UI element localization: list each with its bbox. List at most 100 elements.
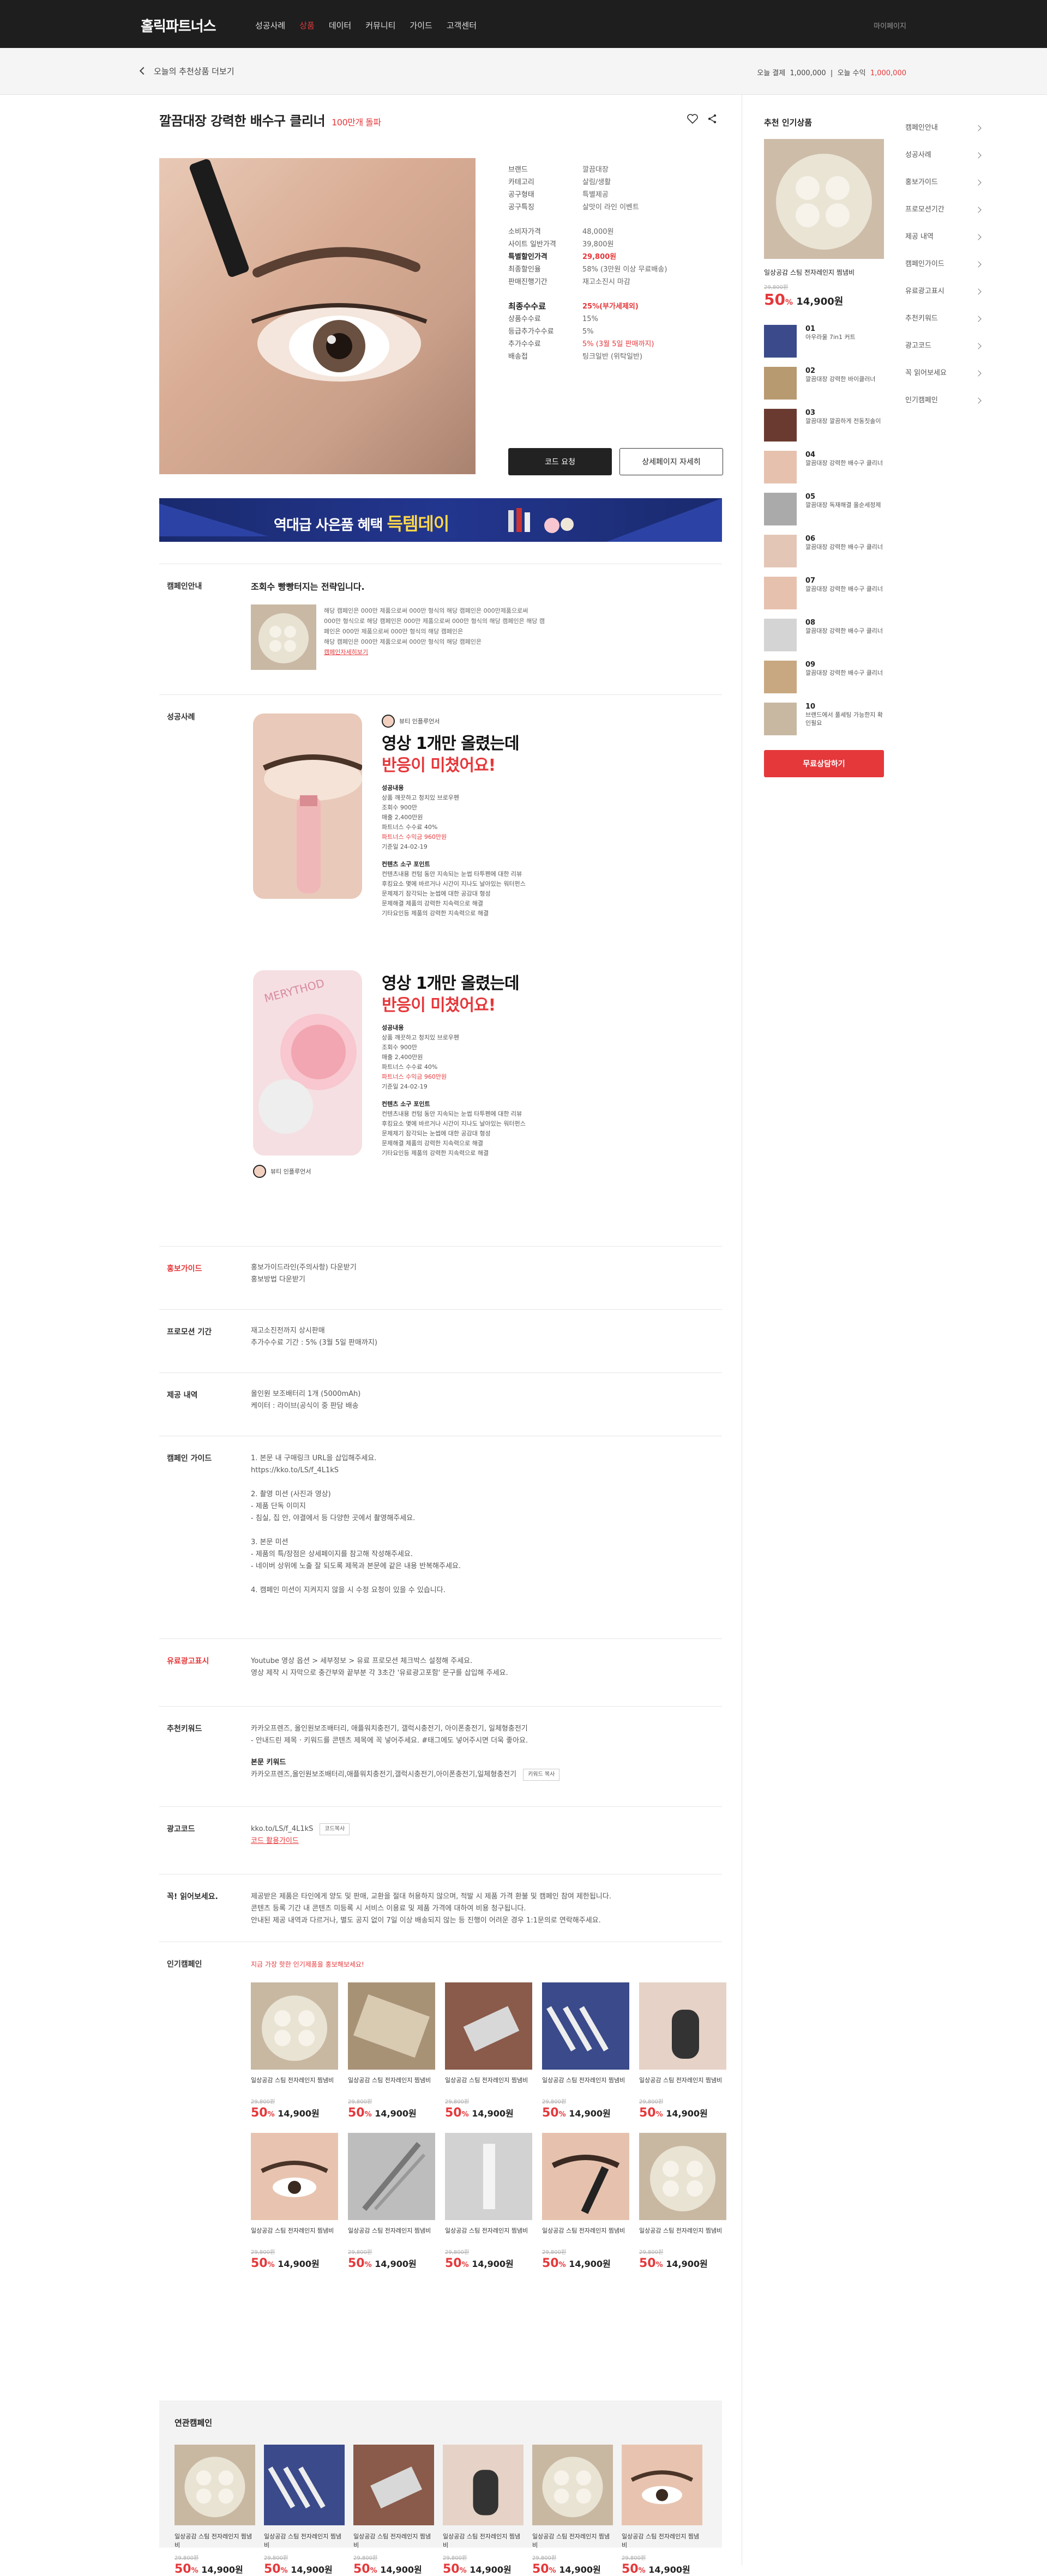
share-icon[interactable] [707, 113, 718, 124]
nav-item-data[interactable]: 데이터 [329, 20, 351, 31]
campaign-card[interactable]: 일상공감 스팀 전자레인지 찜냄비 29,800원 50% 14,900원 [264, 2444, 345, 2576]
info-key: 판매진행기간 [508, 278, 547, 286]
campaign-card-image [542, 1982, 629, 2070]
percent-unit: % [655, 2261, 663, 2269]
campaign-card[interactable]: 일상공감 스팀 전자레인지 찜냄비 29,800원 50% 14,900원 [445, 1982, 532, 2120]
percent-unit: % [655, 2111, 663, 2119]
nav-item-support[interactable]: 고객센터 [447, 20, 477, 31]
sidebar-main-name[interactable]: 일상공감 스팀 전자레인지 찜냄비 [764, 268, 884, 277]
promo-banner[interactable]: 역대급 사은품 혜택 득템데이 [159, 498, 722, 542]
code-guide-link[interactable]: 코드 활용가이드 [251, 1835, 350, 1847]
campaign-card[interactable]: 일상공감 스팀 전자레인지 찜냄비 29,800원 50% 14,900원 [348, 1982, 435, 2120]
campaign-card[interactable]: 일상공감 스팀 전자레인지 찜냄비 29,800원 50% 14,900원 [542, 1982, 629, 2120]
guide-line [251, 1525, 461, 1537]
rank-item[interactable]: 01 아우라울 7in1 커트 [764, 325, 884, 358]
campaign-detail-link[interactable]: 캠페인자세히보기 [324, 647, 545, 657]
nav-item-guide[interactable]: 가이드 [410, 20, 432, 31]
percent-unit: % [461, 2111, 469, 2119]
campaign-card-name: 일상공감 스팀 전자레인지 찜냄비 [639, 2227, 723, 2234]
campaign-card[interactable]: 일상공감 스팀 전자레인지 찜냄비 29,800원 50% 14,900원 [622, 2444, 702, 2576]
side-menu-item[interactable]: 홍보가이드 [905, 169, 992, 196]
campaign-card-name: 일상공감 스팀 전자레인지 찜냄비 [532, 2533, 610, 2549]
campaign-card-image [443, 2444, 524, 2526]
success-video-thumb-2[interactable]: MERYTHOD [253, 970, 362, 1156]
success-video-thumb-1[interactable] [253, 713, 362, 899]
side-menu-item[interactable]: 프로모션기간 [905, 196, 992, 223]
case-point: 기타요인등 제품의 강력한 지속력으로 해결 [382, 1150, 489, 1157]
promotion-text: 재고소진전까지 상시판매 추가수수료 기간 : 5% (3월 5일 판매까지) [251, 1325, 377, 1349]
campaign-card[interactable]: 일상공감 스팀 전자레인지 찜냄비 29,800원 50% 14,900원 [639, 1982, 726, 2120]
guide-line[interactable]: https://kko.to/LS/f_4L1kS [251, 1465, 461, 1477]
discount-rate: 50 [639, 2257, 656, 2270]
campaign-card[interactable]: 일상공감 스팀 전자레인지 찜냄비 29,800원 50% 14,900원 [542, 2133, 629, 2270]
campaign-card[interactable]: 일상공감 스팀 전자레인지 찜냄비 29,800원 50% 14,900원 [639, 2133, 726, 2270]
info-key: 브랜드 [508, 166, 528, 174]
discount-rate: 50 [542, 2257, 559, 2270]
campaign-card-name: 일상공감 스팀 전자레인지 찜냄비 [264, 2533, 342, 2549]
side-menu-item[interactable]: 성공사례 [905, 142, 992, 169]
site-logo[interactable]: 홀릭파트너스 [141, 15, 216, 35]
mypage-link[interactable]: 마이페이지 [874, 20, 906, 31]
side-menu-item[interactable]: 제공 내역 [905, 223, 992, 251]
side-menu-item[interactable]: 광고코드 [905, 332, 992, 360]
product-title-text: 깔끔대장 강력한 배수구 클리너 [159, 113, 326, 129]
guide-download-link[interactable]: 홍보방법 다운받기 [251, 1274, 357, 1286]
campaign-card[interactable]: 일상공감 스팀 전자레인지 찜냄비 29,800원 50% 14,900원 [348, 2133, 435, 2270]
heart-icon[interactable] [687, 113, 698, 124]
side-menu-item[interactable]: 추천키워드 [905, 305, 992, 332]
side-menu-item[interactable]: 인기캠페인 [905, 387, 992, 414]
copy-code-button[interactable]: 코드복사 [320, 1823, 350, 1835]
rank-thumbnail [764, 535, 797, 567]
side-menu-item[interactable]: 꼭 읽어보세요 [905, 360, 992, 387]
rank-title: 깔끔대장 강력한 배수구 클리너 [805, 459, 883, 467]
discount-rate: 50 [251, 2257, 268, 2270]
back-link[interactable]: 오늘의 추천상품 더보기 [139, 65, 234, 77]
campaign-card-orig-price: 29,800원 [348, 2099, 372, 2105]
rank-number: 10 [805, 703, 816, 711]
case-detail: 파트너스 수수료 40% [382, 1063, 438, 1071]
nav-item-products[interactable]: 상품 [299, 20, 315, 31]
side-menu-item[interactable]: 캠페인가이드 [905, 251, 992, 278]
rank-item[interactable]: 06 깔끔대장 강력한 배수구 클리너 [764, 535, 884, 567]
percent-unit: % [267, 2111, 275, 2119]
section-label: 프로모션 기간 [167, 1328, 212, 1337]
campaign-card-orig-price: 29,800원 [532, 2555, 557, 2561]
campaign-card[interactable]: 일상공감 스팀 전자레인지 찜냄비 29,800원 50% 14,900원 [443, 2444, 524, 2576]
rank-item[interactable]: 09 깔끔대장 강력한 배수구 클리너 [764, 661, 884, 693]
campaign-card[interactable]: 일상공감 스팀 전자레인지 찜냄비 29,800원 50% 14,900원 [532, 2444, 613, 2576]
campaign-card[interactable]: 일상공감 스팀 전자레인지 찜냄비 29,800원 50% 14,900원 [353, 2444, 434, 2576]
section-label: 인기캠페인 [167, 1960, 202, 1969]
rank-item[interactable]: 02 깔끔대장 강력한 바이클러너 [764, 367, 884, 400]
provide-text: 올인원 보조배터리 1개 (5000mAh) 케이터 : 라이브(공식이 중 판… [251, 1388, 360, 1412]
sidebar-main-image[interactable] [764, 139, 884, 259]
campaign-card-image [348, 1982, 435, 2070]
campaign-card[interactable]: 일상공감 스팀 전자레인지 찜냄비 29,800원 50% 14,900원 [174, 2444, 255, 2576]
consult-button[interactable]: 무료상담하기 [764, 750, 884, 777]
campaign-card[interactable]: 일상공감 스팀 전자레인지 찜냄비 29,800원 50% 14,900원 [251, 2133, 338, 2270]
rank-item[interactable]: 04 깔끔대장 강력한 배수구 클리너 [764, 451, 884, 483]
rank-item[interactable]: 10 브랜드에서 풀세팅 가능한지 확인필요 [764, 703, 884, 735]
campaign-card[interactable]: 일상공감 스팀 전자레인지 찜냄비 29,800원 50% 14,900원 [445, 2133, 532, 2270]
nav-item-success[interactable]: 성공사례 [255, 20, 285, 31]
section-label: 홍보가이드 [167, 1265, 202, 1273]
copy-keywords-button[interactable]: 키워드 복사 [523, 1769, 560, 1781]
nav-item-community[interactable]: 커뮤니티 [365, 20, 395, 31]
rank-item[interactable]: 05 깔끔대장 독재해결 올순세정제 [764, 493, 884, 525]
right-sidebar: 추천 인기상품 일상공감 스팀 전자레인지 찜냄비 29,800원 50% 14… [742, 95, 1047, 2565]
rank-item[interactable]: 07 깔끔대장 강력한 배수구 클리너 [764, 577, 884, 609]
top-navigation-bar: 홀릭파트너스 성공사례 상품 데이터 커뮤니티 가이드 고객센터 마이페이지 [0, 0, 1047, 48]
percent-unit: % [364, 2261, 372, 2269]
sale-price: 14,900원 [472, 2259, 514, 2269]
detail-page-button[interactable]: 상세페이지 자세히 [619, 448, 723, 475]
provide-line: 올인원 보조배터리 1개 (5000mAh) [251, 1390, 361, 1398]
rank-item[interactable]: 08 깔끔대장 강력한 배수구 클리너 [764, 619, 884, 651]
request-code-button[interactable]: 코드 요청 [508, 448, 612, 475]
campaign-card-name: 일상공감 스팀 전자레인지 찜냄비 [542, 2227, 625, 2234]
side-menu-item[interactable]: 캠페인안내 [905, 114, 992, 142]
campaign-card[interactable]: 일상공감 스팀 전자레인지 찜냄비 29,800원 50% 14,900원 [251, 1982, 338, 2120]
rank-title: 깔끔대장 강력한 배수구 클리너 [805, 585, 883, 592]
rank-number: 08 [805, 619, 816, 627]
guide-download-link[interactable]: 홍보가이드라인(주의사항) 다운받기 [251, 1262, 357, 1274]
side-menu-item[interactable]: 유료광고표시 [905, 278, 992, 305]
rank-item[interactable]: 03 깔끔대장 깔끔하게 전동칫솔이 [764, 409, 884, 442]
